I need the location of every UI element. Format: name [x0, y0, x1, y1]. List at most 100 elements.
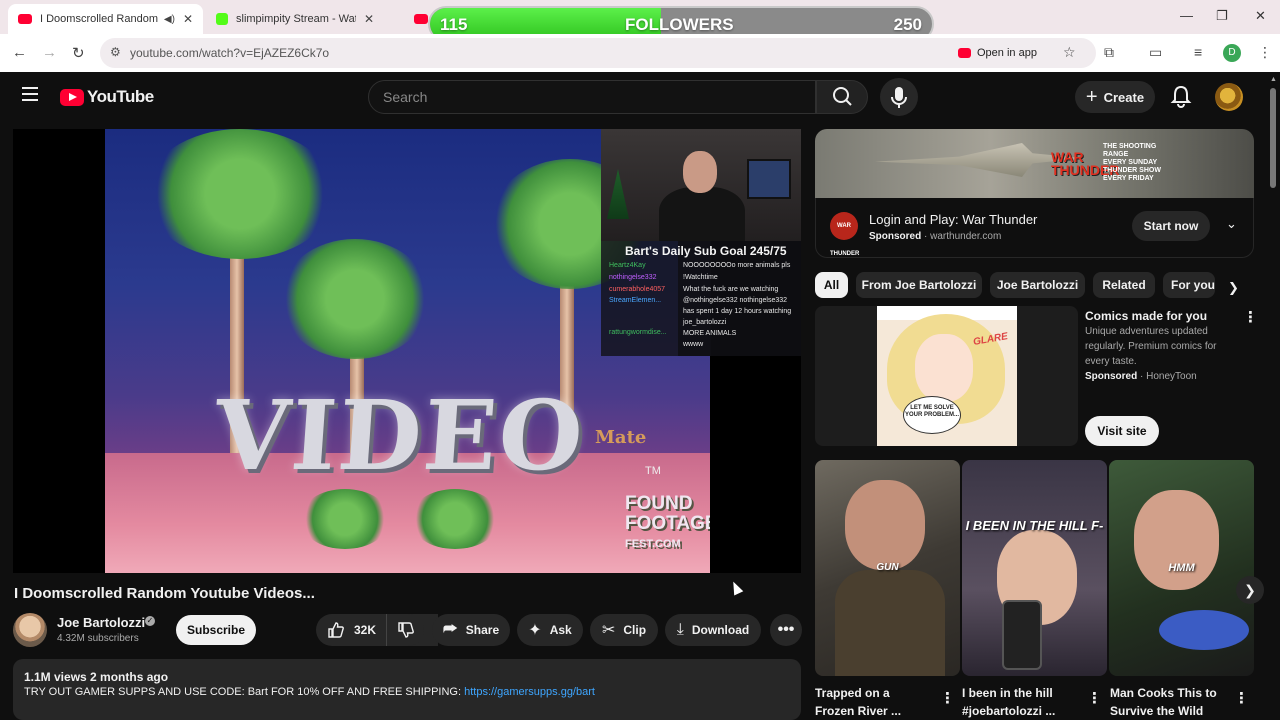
channel-name[interactable]: Joe Bartolozzi [57, 615, 145, 630]
media-control-icon[interactable]: ≡ [1194, 44, 1202, 60]
ad-schedule-line: THE SHOOTING [1103, 143, 1157, 150]
face-graphic [1134, 490, 1219, 590]
chip-all[interactable]: All [815, 272, 848, 298]
chat-message: NOOOOOOOOo more animals pls [683, 262, 791, 269]
short-title[interactable]: Trapped on a Frozen River ... [815, 684, 901, 720]
ad-banner-image[interactable]: WAR THUNDER THE SHOOTING RANGE EVERY SUN… [815, 129, 1254, 198]
thumbs-up-icon [328, 622, 344, 638]
forward-icon[interactable]: → [42, 44, 57, 61]
chip-from-joe-bartolozzi[interactable]: From Joe Bartolozzi [856, 272, 982, 298]
chevron-down-icon[interactable]: ⌄ [1226, 216, 1237, 232]
youtube-logo[interactable]: YouTube [60, 87, 154, 107]
short-thumbnail[interactable]: GUN [815, 460, 960, 676]
ask-label: Ask [549, 623, 572, 637]
followers-goal: 250 [893, 15, 922, 34]
account-avatar[interactable] [1215, 83, 1243, 111]
maximize-icon[interactable]: ❐ [1216, 8, 1228, 24]
ad-title[interactable]: Login and Play: War Thunder [869, 212, 1037, 227]
dislike-button[interactable] [386, 614, 424, 646]
browser-toolbar: ← → ↻ ⚙ youtube.com/watch?v=EjAZEZ6Ck7o … [0, 34, 1280, 72]
page-scrollbar[interactable] [1270, 88, 1276, 188]
start-now-button[interactable]: Start now [1132, 211, 1210, 241]
browser-menu-icon[interactable]: ⋮ [1258, 44, 1272, 61]
open-in-app-button[interactable]: Open in app [958, 42, 1037, 64]
short-thumbnail[interactable]: I BEEN IN THE HILL F- [962, 460, 1107, 676]
ad-sponsored-line: Sponsored · warthunder.com [869, 231, 1002, 242]
short-caption: HMM [1168, 562, 1195, 574]
download-label: Download [691, 623, 750, 637]
streamer-body-graphic [659, 187, 745, 241]
ad-schedule-line: RANGE [1103, 151, 1129, 158]
share-button[interactable]: ⮫ Share [432, 614, 510, 646]
christmas-tree-graphic [607, 169, 629, 219]
chevron-right-icon[interactable]: ❯ [1228, 280, 1239, 296]
close-tab-icon[interactable]: ✕ [183, 12, 193, 26]
comic-ad-thumbnail[interactable]: GLARE LET ME SOLVE YOUR PROBLEM... [815, 306, 1078, 446]
share-label: Share [465, 623, 500, 637]
more-actions-button[interactable]: ••• [770, 614, 802, 646]
more-vertical-icon[interactable]: ⋮ [1087, 689, 1102, 707]
phone-graphic [1002, 600, 1042, 670]
visit-site-button[interactable]: Visit site [1085, 416, 1159, 446]
plus-icon: + [1085, 85, 1098, 108]
ad-schedule-line: THUNDER SHOW [1103, 167, 1161, 174]
palm-leaves-graphic [145, 129, 335, 259]
chat-username: rattungwormdise... [609, 329, 667, 336]
comic-ad-title[interactable]: Comics made for you [1085, 308, 1207, 324]
short-title[interactable]: I been in the hill #joebartolozzi ... [962, 684, 1055, 720]
create-button[interactable]: + Create [1075, 81, 1155, 113]
download-button[interactable]: ⤓ Download [665, 614, 761, 646]
create-label: Create [1103, 89, 1145, 105]
close-tab-icon[interactable]: ✕ [364, 12, 374, 26]
tab-youtube-video[interactable]: I Doomscrolled Random Yo ◀) ✕ [8, 4, 203, 34]
site-info-icon[interactable]: ⚙ [110, 45, 121, 59]
comic-face-graphic [915, 334, 973, 402]
more-vertical-icon[interactable]: ⋮ [1243, 308, 1258, 326]
browser-profile-avatar[interactable]: D [1223, 44, 1241, 62]
close-window-icon[interactable]: ✕ [1255, 8, 1266, 24]
ad-schedule-line: EVERY SUNDAY [1103, 159, 1158, 166]
chat-username: Heartz4Kay [609, 262, 646, 269]
ask-button[interactable]: ✦ Ask [517, 614, 583, 646]
short-thumbnail[interactable]: HMM [1109, 460, 1254, 676]
scroll-up-arrow-icon[interactable]: ▲ [1270, 76, 1277, 83]
cast-icon[interactable]: ▭ [1149, 44, 1162, 61]
youtube-header: YouTube + Create [0, 72, 1280, 122]
back-icon[interactable]: ← [12, 44, 27, 61]
like-count: 32K [354, 623, 377, 637]
minimize-icon[interactable]: — [1180, 8, 1193, 23]
description-link[interactable]: https://gamersupps.gg/bart [464, 686, 595, 698]
reload-icon[interactable]: ↻ [72, 44, 85, 62]
more-vertical-icon[interactable]: ⋮ [940, 689, 955, 707]
shorts-next-arrow-icon[interactable]: ❯ [1236, 576, 1264, 604]
search-input[interactable] [383, 89, 783, 105]
voice-search-button[interactable] [880, 78, 918, 116]
channel-avatar[interactable] [13, 613, 47, 647]
subscribe-button[interactable]: Subscribe [176, 615, 256, 645]
short-title-line: Trapped on a [815, 686, 890, 700]
tab-kick-stream[interactable]: slimpimpity Stream - Watch Liv ✕ [206, 4, 401, 34]
clip-button[interactable]: ✂ Clip [590, 614, 658, 646]
bookmark-star-icon[interactable]: ☆ [1063, 44, 1076, 61]
short-title-line: Frozen River ... [815, 704, 902, 718]
notifications-bell-icon[interactable] [1170, 84, 1192, 108]
search-button[interactable] [816, 80, 868, 114]
chip-for-you[interactable]: For you [1163, 272, 1215, 298]
speaker-icon[interactable]: ◀) [164, 14, 175, 25]
chip-related[interactable]: Related [1093, 272, 1155, 298]
chip-joe-bartolozzi[interactable]: Joe Bartolozzi [990, 272, 1085, 298]
extensions-icon[interactable]: ⧉ [1104, 44, 1114, 61]
address-bar[interactable]: ⚙ youtube.com/watch?v=EjAZEZ6Ck7o [100, 38, 1096, 68]
chat-message: MORE ANIMALS [683, 330, 737, 337]
video-player[interactable]: VIDEO Mate TM FOUND FOOTAGE FEST.COM Bar… [13, 129, 801, 573]
more-vertical-icon[interactable]: ⋮ [1234, 689, 1249, 707]
description-text: TRY OUT GAMER SUPPS AND USE CODE: Bart F… [24, 686, 595, 698]
guide-menu-icon[interactable] [22, 87, 38, 101]
ad-schedule-line: EVERY FRIDAY [1103, 175, 1154, 182]
sub-goal-text: Bart's Daily Sub Goal 245/75 [625, 244, 787, 258]
video-logo-text: VIDEO [211, 379, 589, 492]
jacket-graphic [835, 570, 945, 676]
small-palm-graphic [410, 489, 500, 549]
sponsored-label: Sponsored [1085, 371, 1138, 382]
short-title[interactable]: Man Cooks This to Survive the Wild [1110, 684, 1217, 720]
